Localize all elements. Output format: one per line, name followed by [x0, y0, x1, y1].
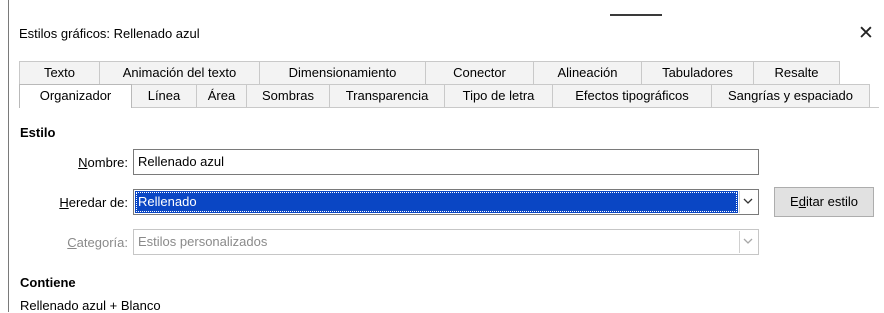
category-label-text: ategoría: [76, 235, 128, 250]
tab-row-top: Texto Animación del texto Dimensionamien… [19, 61, 840, 84]
tab-dimensionamiento[interactable]: Dimensionamiento [259, 61, 426, 84]
inherit-label-mnemonic: H [59, 195, 69, 210]
tab-sangrias-espaciado[interactable]: Sangrías y espaciado [711, 84, 870, 107]
background-line [610, 14, 662, 16]
tab-efectos-tipograficos[interactable]: Efectos tipográficos [552, 84, 712, 107]
chevron-down-icon-disabled [739, 231, 757, 253]
tab-sombras[interactable]: Sombras [246, 84, 330, 107]
category-label-mnemonic: C [67, 235, 77, 250]
inherit-label: Heredar de: [29, 195, 128, 210]
name-label-mnemonic: N [78, 155, 88, 170]
background-strip [9, 0, 884, 18]
tab-transparencia[interactable]: Transparencia [329, 84, 445, 107]
tab-linea[interactable]: Línea [131, 84, 197, 107]
tab-animacion-texto[interactable]: Animación del texto [99, 61, 260, 84]
category-dropdown-value: Estilos personalizados [138, 234, 268, 249]
name-label-text: ombre: [87, 155, 128, 170]
title-bar[interactable]: Estilos gráficos: Rellenado azul ✕ [9, 19, 884, 49]
dialog-title: Estilos gráficos: Rellenado azul [19, 26, 200, 41]
tab-tipo-letra[interactable]: Tipo de letra [444, 84, 553, 107]
style-section-heading: Estilo [20, 125, 56, 140]
edit-style-button-mnemonic: d [798, 194, 806, 209]
name-field[interactable]: Rellenado azul [133, 149, 759, 175]
inherit-dropdown[interactable]: Rellenado [133, 189, 759, 215]
name-label: Nombre: [29, 155, 128, 170]
edit-style-button[interactable]: Editar estilo [774, 187, 874, 217]
tab-alineacion[interactable]: Alineación [533, 61, 642, 84]
category-label: Categoría: [29, 235, 128, 250]
edit-style-button-pre: E [790, 194, 799, 209]
tab-area[interactable]: Área [196, 84, 247, 107]
chevron-down-icon[interactable] [739, 191, 757, 213]
contains-section-heading: Contiene [20, 275, 76, 290]
tab-organizador[interactable]: Organizador [19, 84, 132, 108]
edit-style-button-text: itar estilo [805, 194, 858, 209]
close-icon[interactable]: ✕ [854, 22, 878, 46]
tab-resalte[interactable]: Resalte [753, 61, 840, 84]
tab-baseline [19, 107, 879, 108]
tab-conector[interactable]: Conector [425, 61, 534, 84]
window-left-edge [0, 0, 9, 312]
graphic-styles-dialog: Texto Animación del texto Dimensionamien… [9, 49, 884, 313]
tab-tabuladores[interactable]: Tabuladores [641, 61, 754, 84]
inherit-dropdown-value: Rellenado [135, 191, 738, 213]
tab-texto[interactable]: Texto [19, 61, 100, 84]
tab-row-bottom: Organizador Línea Área Sombras Transpare… [19, 84, 870, 108]
category-dropdown: Estilos personalizados [133, 229, 759, 255]
contains-description: Rellenado azul + Blanco [20, 298, 161, 313]
inherit-label-text: eredar de: [68, 195, 128, 210]
